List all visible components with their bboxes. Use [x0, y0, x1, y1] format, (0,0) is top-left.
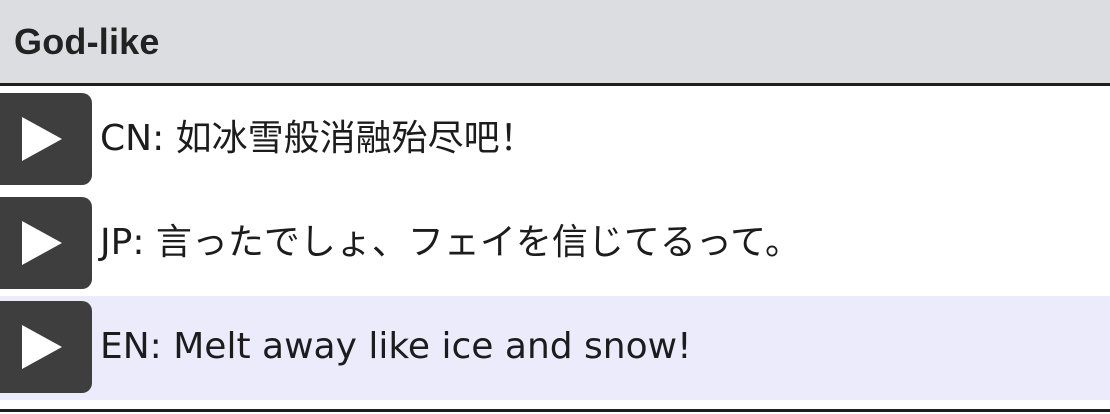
voice-line-text-jp: JP: 言ったでしょ、フェイを信じてるって。 [100, 222, 802, 263]
voice-line-row-cn: CN: 如冰雪般消融殆尽吧！ [0, 88, 1110, 192]
voice-line-row-en: EN: Melt away like ice and snow! [0, 296, 1110, 400]
play-icon [22, 117, 62, 161]
section-header: God-like [0, 0, 1110, 86]
voice-line-text-cn: CN: 如冰雪般消融殆尽吧！ [100, 118, 536, 159]
voice-line-row-jp: JP: 言ったでしょ、フェイを信じてるって。 [0, 192, 1110, 296]
voice-line-text-en: EN: Melt away like ice and snow! [100, 326, 692, 367]
panel-bottom-border [0, 409, 1110, 412]
play-button-jp[interactable] [0, 197, 92, 289]
play-button-en[interactable] [0, 301, 92, 393]
section-title: God-like [14, 20, 160, 62]
play-button-cn[interactable] [0, 93, 92, 185]
play-icon [22, 325, 62, 369]
voice-line-list: CN: 如冰雪般消融殆尽吧！ JP: 言ったでしょ、フェイを信じてるって。 EN… [0, 88, 1110, 400]
play-icon [22, 221, 62, 265]
voice-lines-panel: God-like CN: 如冰雪般消融殆尽吧！ JP: 言ったでしょ、フェイを信… [0, 0, 1110, 414]
